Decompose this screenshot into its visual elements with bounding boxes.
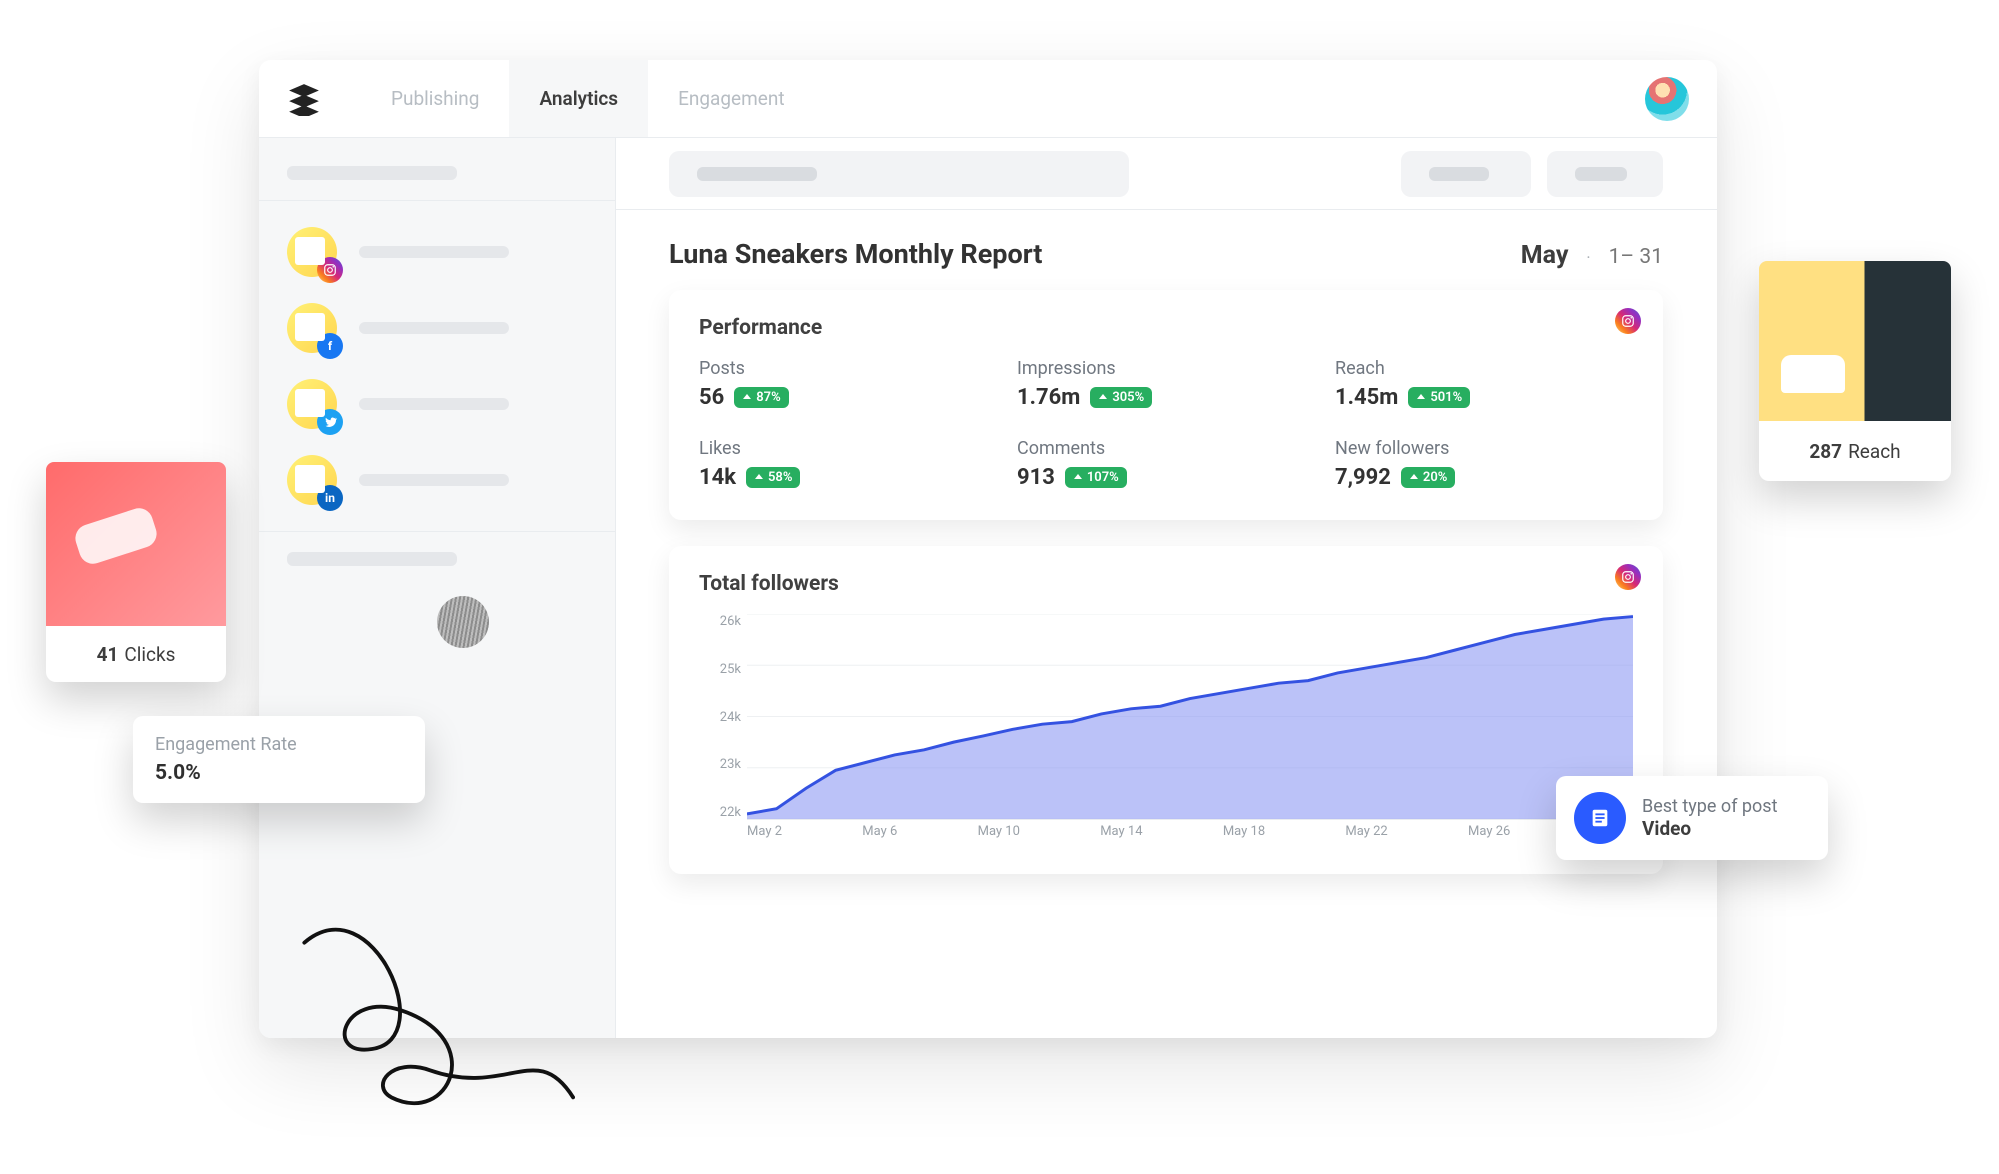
main-tabs: Publishing Analytics Engagement [361, 60, 815, 137]
followers-chart: 26k 25k 24k 23k 22k May 2 May 6 May 10 May 14 Ma… [699, 614, 1633, 844]
metric-label: Impressions [1017, 358, 1315, 379]
delta-badge: 305% [1090, 387, 1152, 408]
report-title: Luna Sneakers Monthly Report [669, 238, 1042, 270]
metric: Likes 14k 58% [699, 438, 997, 490]
divider [259, 200, 615, 201]
engagement-card: Engagement Rate 5.0% [133, 716, 425, 803]
followers-card: Total followers 26k 25k 24k 23k 22k May 2 May… [669, 546, 1663, 874]
card-title: Total followers [699, 572, 1633, 596]
filter-pill[interactable] [669, 151, 1129, 197]
metric: Impressions 1.76m 305% [1017, 358, 1315, 410]
metric-value: 56 [699, 385, 724, 410]
metric: Comments 913 107% [1017, 438, 1315, 490]
delta-badge: 58% [746, 467, 800, 488]
card-title: Performance [699, 316, 1633, 340]
delta-badge: 501% [1408, 387, 1470, 408]
metric: New followers 7,992 20% [1335, 438, 1633, 490]
best-post-card: Best type of post Video [1556, 776, 1828, 860]
clicks-value: 41 [97, 643, 119, 666]
report-month: May [1521, 241, 1569, 270]
linkedin-icon: in [317, 485, 343, 511]
metric-value: 1.45m [1335, 385, 1398, 410]
twitter-icon [317, 409, 343, 435]
account-avatar [287, 227, 337, 277]
performance-card: Performance Posts 56 87% Impressions 1.76m 30… [669, 290, 1663, 520]
account-item-facebook[interactable]: f [287, 303, 587, 353]
tab-analytics[interactable]: Analytics [509, 60, 648, 137]
metric-value: 7,992 [1335, 465, 1391, 490]
reach-value: 287 [1809, 440, 1842, 463]
report-header: Luna Sneakers Monthly Report May · 1– 31 [615, 210, 1717, 280]
account-avatar: f [287, 303, 337, 353]
reach-card: 287 Reach [1759, 261, 1951, 481]
placeholder-line [287, 552, 457, 566]
placeholder-line [287, 166, 457, 180]
engagement-value: 5.0% [155, 761, 403, 785]
facebook-icon: f [317, 333, 343, 359]
sidebar-thumb [437, 596, 489, 648]
x-tick: May 2 [747, 824, 782, 844]
document-icon [1574, 792, 1626, 844]
metric-value: 1.76m [1017, 385, 1080, 410]
x-tick: May 26 [1468, 824, 1510, 844]
filter-pill[interactable] [1547, 151, 1663, 197]
x-tick: May 22 [1345, 824, 1387, 844]
engagement-label: Engagement Rate [155, 734, 403, 755]
post-thumbnail [1759, 261, 1951, 421]
clicks-label: Clicks [124, 643, 175, 666]
x-tick: May 18 [1223, 824, 1265, 844]
top-bar: Publishing Analytics Engagement [259, 60, 1717, 138]
delta-badge: 20% [1401, 467, 1455, 488]
scribble-decoration [285, 900, 575, 1140]
best-post-value: Video [1642, 817, 1777, 840]
filter-bar [615, 138, 1717, 210]
y-tick: 22k [720, 805, 741, 820]
account-item-instagram[interactable] [287, 227, 587, 277]
account-avatar: in [287, 455, 337, 505]
delta-badge: 107% [1065, 467, 1127, 488]
metric-value: 913 [1017, 465, 1055, 490]
divider [259, 531, 615, 532]
placeholder-line [359, 322, 509, 334]
instagram-icon [317, 257, 343, 283]
separator-dot: · [1586, 248, 1590, 267]
metric-label: Comments [1017, 438, 1315, 459]
placeholder-line [359, 246, 509, 258]
best-post-label: Best type of post [1642, 796, 1777, 817]
user-avatar[interactable] [1645, 77, 1689, 121]
report-range: 1– 31 [1609, 245, 1663, 269]
tab-engagement[interactable]: Engagement [648, 60, 815, 137]
analytics-app: Publishing Analytics Engagement f [259, 60, 1717, 1038]
metric: Posts 56 87% [699, 358, 997, 410]
placeholder-line [359, 474, 509, 486]
y-tick: 25k [720, 662, 741, 677]
main-content: Luna Sneakers Monthly Report May · 1– 31… [615, 138, 1717, 1038]
delta-badge: 87% [734, 387, 788, 408]
metric-label: Likes [699, 438, 997, 459]
buffer-logo-icon [287, 82, 321, 116]
x-tick: May 10 [978, 824, 1020, 844]
x-tick: May 6 [862, 824, 897, 844]
metric-value: 14k [699, 465, 736, 490]
y-tick: 26k [720, 614, 741, 629]
metric-label: Posts [699, 358, 997, 379]
filter-pill[interactable] [1401, 151, 1531, 197]
post-thumbnail [46, 462, 226, 626]
metric-label: Reach [1335, 358, 1633, 379]
clicks-card: 41Clicks [46, 462, 226, 682]
y-tick: 24k [720, 710, 741, 725]
reach-label: Reach [1848, 440, 1901, 463]
account-avatar [287, 379, 337, 429]
metric: Reach 1.45m 501% [1335, 358, 1633, 410]
instagram-icon [1615, 564, 1641, 590]
instagram-icon [1615, 308, 1641, 334]
account-item-linkedin[interactable]: in [287, 455, 587, 505]
account-item-twitter[interactable] [287, 379, 587, 429]
tab-publishing[interactable]: Publishing [361, 60, 509, 137]
metric-label: New followers [1335, 438, 1633, 459]
y-tick: 23k [720, 757, 741, 772]
x-tick: May 14 [1100, 824, 1142, 844]
placeholder-line [359, 398, 509, 410]
